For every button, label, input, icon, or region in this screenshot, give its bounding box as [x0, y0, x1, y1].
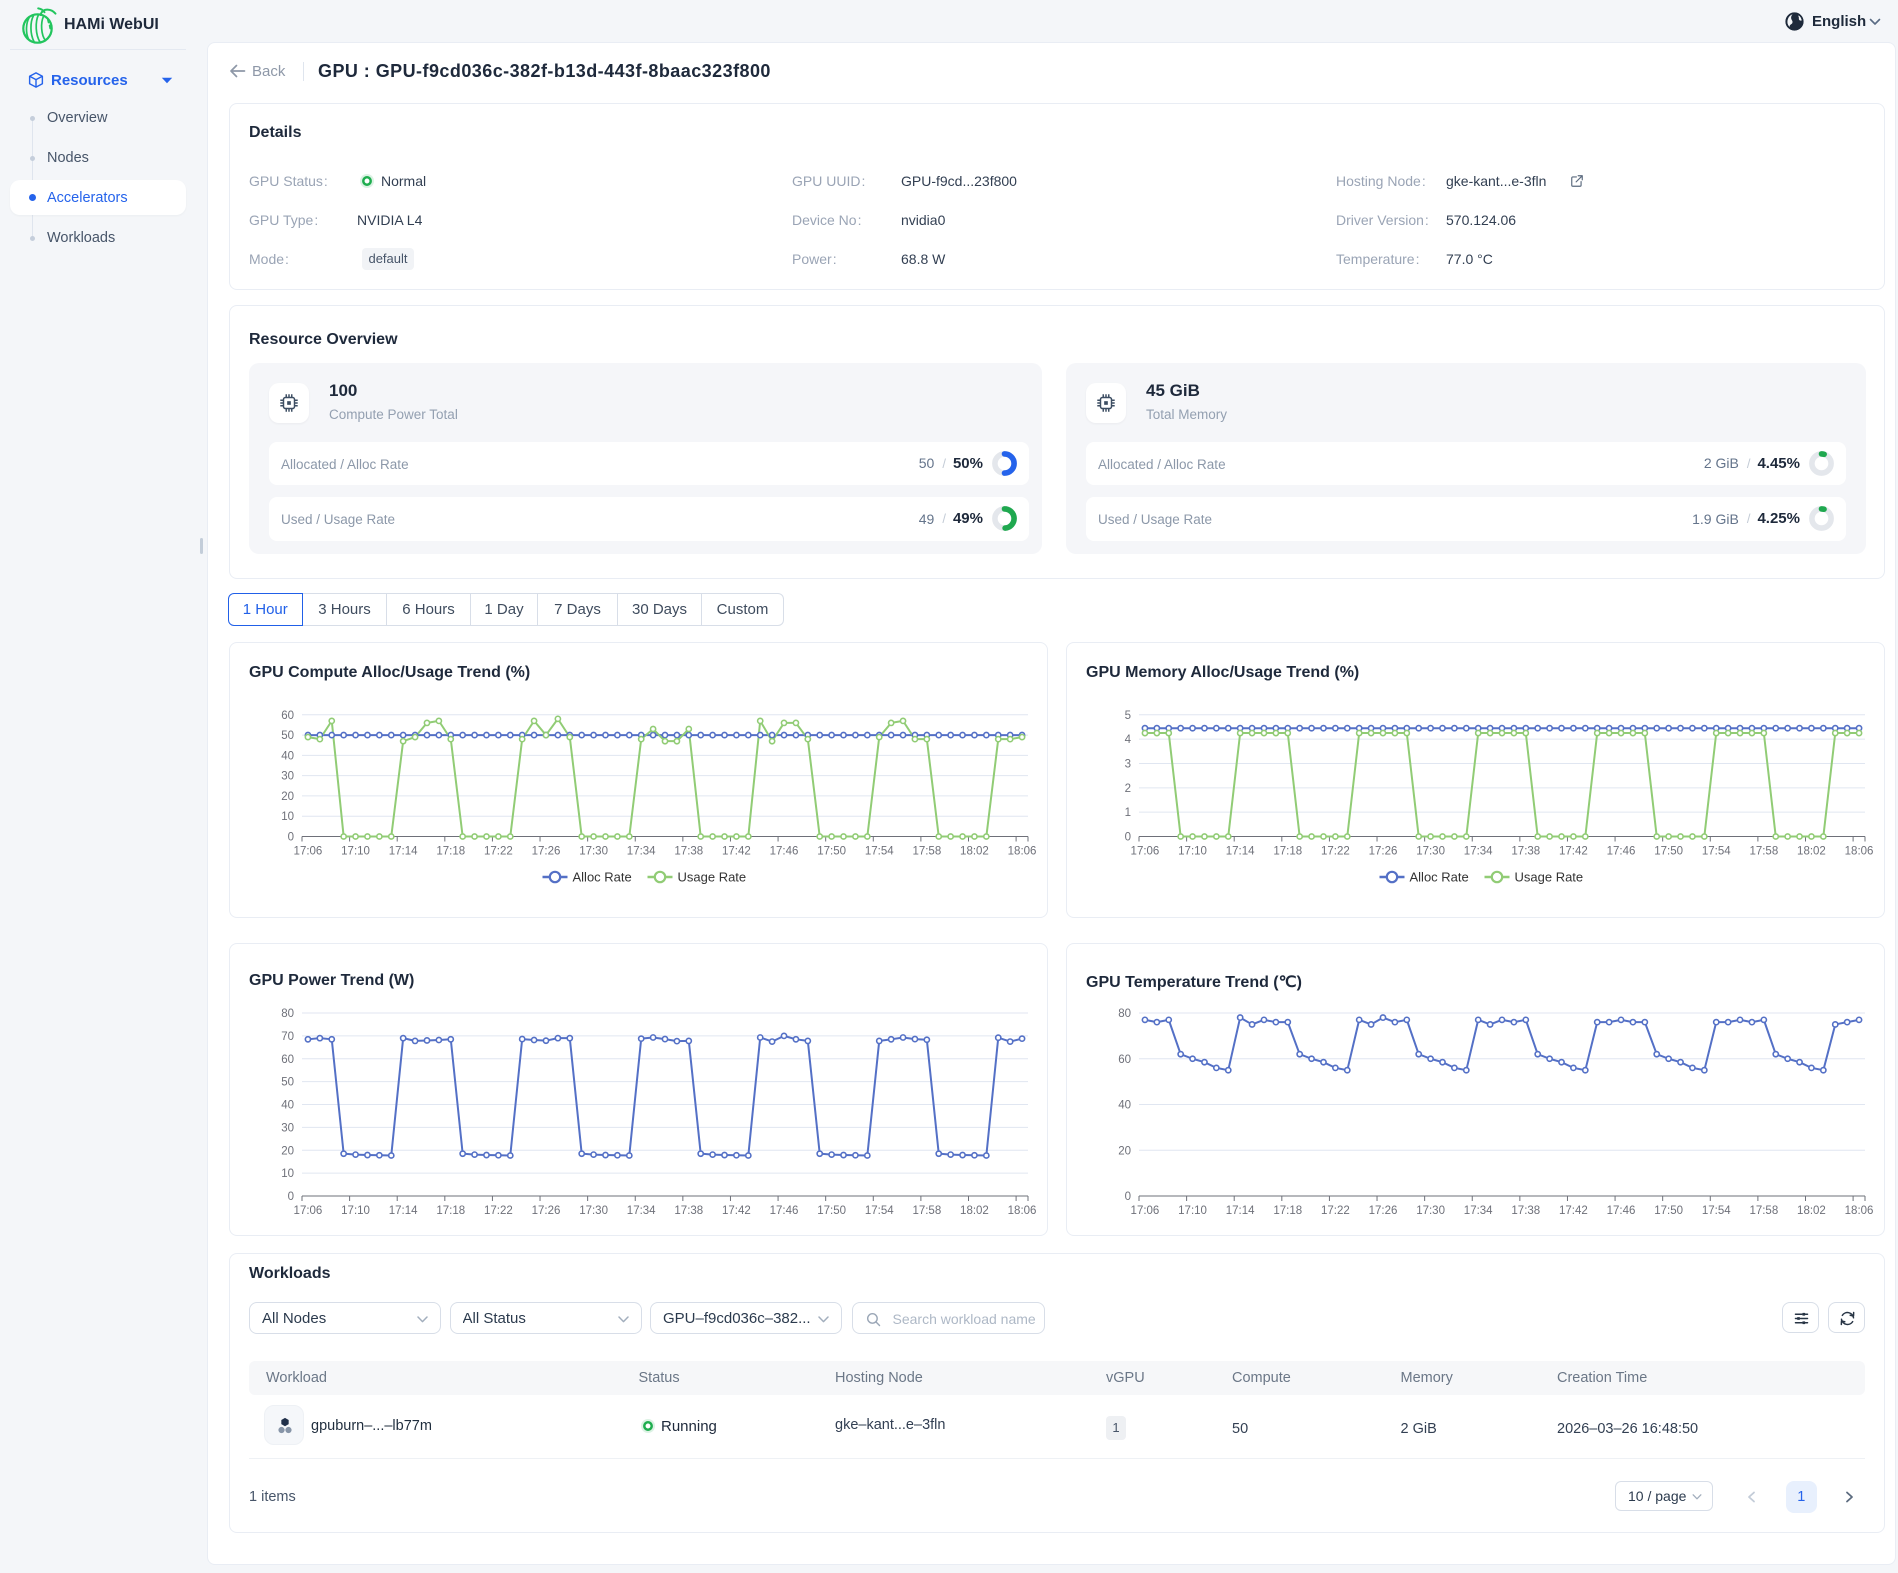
svg-text:17:06: 17:06 — [1131, 846, 1160, 858]
svg-text:17:06: 17:06 — [294, 846, 323, 858]
svg-text:5: 5 — [1125, 710, 1131, 722]
svg-text:Alloc Rate: Alloc Rate — [573, 870, 632, 885]
svg-text:18:02: 18:02 — [960, 846, 989, 858]
svg-text:17:26: 17:26 — [1369, 846, 1398, 858]
svg-text:17:54: 17:54 — [865, 1205, 894, 1217]
svg-text:18:06: 18:06 — [1008, 846, 1037, 858]
svg-text:17:22: 17:22 — [484, 1205, 513, 1217]
svg-text:17:50: 17:50 — [817, 846, 846, 858]
svg-text:Usage Rate: Usage Rate — [1515, 870, 1584, 885]
svg-text:Alloc Rate: Alloc Rate — [1410, 870, 1469, 885]
svg-text:17:46: 17:46 — [1607, 1205, 1636, 1217]
svg-text:1: 1 — [1125, 807, 1131, 819]
svg-text:17:50: 17:50 — [817, 1205, 846, 1217]
svg-text:17:26: 17:26 — [532, 1205, 561, 1217]
svg-text:17:30: 17:30 — [579, 846, 608, 858]
svg-text:17:50: 17:50 — [1654, 1205, 1683, 1217]
svg-text:10: 10 — [281, 1168, 294, 1180]
svg-text:17:10: 17:10 — [1178, 1205, 1207, 1217]
svg-text:17:30: 17:30 — [1416, 1205, 1445, 1217]
svg-text:20: 20 — [281, 1145, 294, 1157]
svg-text:17:10: 17:10 — [1178, 846, 1207, 858]
svg-text:80: 80 — [281, 1008, 294, 1020]
svg-text:18:02: 18:02 — [960, 1205, 989, 1217]
svg-text:2: 2 — [1125, 783, 1131, 795]
svg-text:17:42: 17:42 — [722, 846, 751, 858]
svg-text:17:14: 17:14 — [389, 846, 418, 858]
svg-text:0: 0 — [288, 832, 294, 844]
svg-text:17:18: 17:18 — [1273, 1205, 1302, 1217]
svg-text:17:30: 17:30 — [1416, 846, 1445, 858]
svg-text:17:34: 17:34 — [627, 1205, 656, 1217]
svg-text:17:54: 17:54 — [1702, 846, 1731, 858]
svg-text:18:02: 18:02 — [1797, 1205, 1826, 1217]
svg-text:10: 10 — [281, 811, 294, 823]
svg-text:17:30: 17:30 — [579, 1205, 608, 1217]
svg-text:17:14: 17:14 — [389, 1205, 418, 1217]
svg-text:0: 0 — [288, 1191, 294, 1203]
svg-text:17:58: 17:58 — [1749, 846, 1778, 858]
svg-text:17:06: 17:06 — [1131, 1205, 1160, 1217]
svg-text:17:22: 17:22 — [484, 846, 513, 858]
svg-text:18:02: 18:02 — [1797, 846, 1826, 858]
svg-text:60: 60 — [281, 710, 294, 722]
svg-text:17:38: 17:38 — [1511, 1205, 1540, 1217]
svg-text:17:22: 17:22 — [1321, 1205, 1350, 1217]
svg-text:17:46: 17:46 — [770, 846, 799, 858]
svg-text:17:42: 17:42 — [1559, 846, 1588, 858]
svg-text:30: 30 — [281, 1122, 294, 1134]
svg-text:17:18: 17:18 — [1273, 846, 1302, 858]
svg-text:17:54: 17:54 — [1702, 1205, 1731, 1217]
svg-text:17:46: 17:46 — [770, 1205, 799, 1217]
svg-text:50: 50 — [281, 730, 294, 742]
svg-text:40: 40 — [281, 1100, 294, 1112]
svg-text:17:18: 17:18 — [436, 846, 465, 858]
svg-text:17:26: 17:26 — [532, 846, 561, 858]
svg-text:0: 0 — [1125, 1191, 1131, 1203]
svg-text:18:06: 18:06 — [1008, 1205, 1037, 1217]
svg-text:17:34: 17:34 — [1464, 846, 1493, 858]
svg-text:17:38: 17:38 — [674, 1205, 703, 1217]
svg-text:80: 80 — [1118, 1008, 1131, 1020]
svg-text:17:34: 17:34 — [1464, 1205, 1493, 1217]
svg-text:17:18: 17:18 — [436, 1205, 465, 1217]
svg-text:Usage Rate: Usage Rate — [678, 870, 747, 885]
svg-text:17:58: 17:58 — [912, 846, 941, 858]
svg-text:17:54: 17:54 — [865, 846, 894, 858]
svg-text:17:58: 17:58 — [912, 1205, 941, 1217]
svg-text:18:06: 18:06 — [1845, 1205, 1874, 1217]
svg-text:17:42: 17:42 — [722, 1205, 751, 1217]
svg-text:40: 40 — [281, 750, 294, 762]
svg-text:3: 3 — [1125, 758, 1131, 770]
svg-text:60: 60 — [281, 1054, 294, 1066]
svg-text:17:38: 17:38 — [674, 846, 703, 858]
svg-text:17:34: 17:34 — [627, 846, 656, 858]
svg-text:17:42: 17:42 — [1559, 1205, 1588, 1217]
svg-text:17:14: 17:14 — [1226, 1205, 1255, 1217]
svg-text:17:22: 17:22 — [1321, 846, 1350, 858]
svg-text:0: 0 — [1125, 832, 1131, 844]
svg-text:17:46: 17:46 — [1607, 846, 1636, 858]
svg-text:60: 60 — [1118, 1054, 1131, 1066]
svg-text:17:10: 17:10 — [341, 846, 370, 858]
svg-text:18:06: 18:06 — [1845, 846, 1874, 858]
svg-text:50: 50 — [281, 1077, 294, 1089]
svg-text:17:10: 17:10 — [341, 1205, 370, 1217]
svg-text:20: 20 — [281, 791, 294, 803]
svg-text:17:06: 17:06 — [294, 1205, 323, 1217]
svg-text:17:14: 17:14 — [1226, 846, 1255, 858]
svg-text:20: 20 — [1118, 1145, 1131, 1157]
svg-text:17:50: 17:50 — [1654, 846, 1683, 858]
svg-text:30: 30 — [281, 771, 294, 783]
svg-text:17:26: 17:26 — [1369, 1205, 1398, 1217]
svg-text:4: 4 — [1125, 734, 1132, 746]
svg-text:40: 40 — [1118, 1100, 1131, 1112]
svg-text:17:58: 17:58 — [1749, 1205, 1778, 1217]
svg-text:17:38: 17:38 — [1511, 846, 1540, 858]
svg-text:70: 70 — [281, 1031, 294, 1043]
